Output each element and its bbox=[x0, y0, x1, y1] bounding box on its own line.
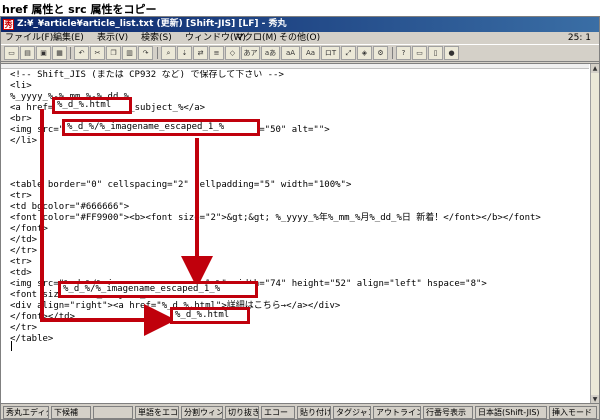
code-line[interactable]: <div align="right"><a href="%_d_%.html">… bbox=[10, 301, 588, 312]
bookmark-icon[interactable]: ◈ bbox=[357, 46, 372, 60]
grep-icon[interactable]: ≡ bbox=[209, 46, 224, 60]
code-line[interactable]: <td> bbox=[10, 268, 588, 279]
code-line[interactable]: </tr> bbox=[10, 246, 588, 257]
scroll-up-icon[interactable]: ▲ bbox=[591, 64, 599, 73]
code-line[interactable]: <img src="%_d_%/%_imagename_escaped_1_%"… bbox=[10, 279, 588, 290]
window-title: Z:¥_¥article¥article_list.txt (更新) [Shif… bbox=[17, 19, 287, 29]
status-bar: 秀丸エディタ 下候補 単語をエコー 分割ウィンドウ 切り抜き エコー 貼り付け … bbox=[1, 403, 599, 420]
code-line[interactable]: <tr> bbox=[10, 191, 588, 202]
fn-key-f9[interactable]: タグジャンプ bbox=[333, 406, 371, 419]
cursor-position: 25: 1 bbox=[567, 33, 591, 43]
fn-key-f10[interactable]: アウトライン解析 bbox=[373, 406, 421, 419]
toolbar-separator bbox=[392, 47, 393, 59]
code-line[interactable]: <tr> bbox=[10, 257, 588, 268]
code-line[interactable]: <li> bbox=[10, 81, 588, 92]
title-bar: 秀 Z:¥_¥article¥article_list.txt (更新) [Sh… bbox=[1, 17, 599, 32]
save-icon[interactable]: ▣ bbox=[36, 46, 51, 60]
hankaku-zenkaku-button[interactable]: aあ bbox=[261, 46, 280, 60]
code-line[interactable]: </td> bbox=[10, 235, 588, 246]
jump-icon[interactable]: ⤢ bbox=[341, 46, 356, 60]
insert-mode-indicator: 挿入モード bbox=[549, 406, 597, 419]
editor-window: 秀 Z:¥_¥article¥article_list.txt (更新) [Sh… bbox=[0, 16, 600, 420]
fn-key-f7[interactable]: エコー bbox=[261, 406, 295, 419]
editor-pane[interactable]: <!-- Shift_JIS (または CP932 など) で保存して下さい -… bbox=[1, 63, 599, 404]
code-line[interactable] bbox=[10, 147, 588, 158]
lowercase-button[interactable]: aA bbox=[281, 46, 300, 60]
ruler bbox=[1, 64, 589, 69]
cut-icon[interactable]: ✂ bbox=[90, 46, 105, 60]
redo-icon[interactable]: ↷ bbox=[138, 46, 153, 60]
vertical-scrollbar[interactable]: ▲ ▼ bbox=[590, 64, 599, 404]
code-line[interactable]: <a href="%_d_%.html">%_subject_%</a> bbox=[10, 103, 588, 114]
split-window-icon[interactable]: ▯ bbox=[428, 46, 443, 60]
open-folder-icon[interactable]: ▤ bbox=[20, 46, 35, 60]
case-icon[interactable]: ◇ bbox=[225, 46, 240, 60]
code-line[interactable]: </font></td> bbox=[10, 312, 588, 323]
menu-bar: ファイル(F) 編集(E) 表示(V) 検索(S) ウィンドウ(W) マクロ(M… bbox=[1, 32, 599, 44]
search-icon[interactable]: ⌕ bbox=[161, 46, 176, 60]
fn-key-f3[interactable] bbox=[93, 406, 133, 419]
code-line[interactable]: <td bgcolor="#666666"> bbox=[10, 202, 588, 213]
copy-icon[interactable]: ❐ bbox=[106, 46, 121, 60]
menu-view[interactable]: 表示(V) bbox=[97, 32, 128, 44]
fn-key-f8[interactable]: 貼り付け bbox=[297, 406, 331, 419]
code-line[interactable]: <img src="%_d_%/%_imagename_escaped_1_%"… bbox=[10, 125, 588, 136]
help-icon[interactable]: ? bbox=[396, 46, 411, 60]
print-icon[interactable]: ▦ bbox=[52, 46, 67, 60]
menu-macro[interactable]: マクロ(M) bbox=[235, 32, 277, 44]
fn-key-f11[interactable]: 行番号表示 bbox=[423, 406, 473, 419]
menu-edit[interactable]: 編集(E) bbox=[53, 32, 84, 44]
menu-search[interactable]: 検索(S) bbox=[141, 32, 172, 44]
caption: href 属性と src 属性をコピー bbox=[2, 3, 157, 16]
menu-other[interactable]: その他(O) bbox=[279, 32, 320, 44]
code-line[interactable] bbox=[10, 158, 588, 169]
paste-icon[interactable]: ▥ bbox=[122, 46, 137, 60]
text-caret bbox=[11, 341, 12, 351]
hiragana-katakana-button[interactable]: あア bbox=[241, 46, 260, 60]
code-line[interactable]: <!-- Shift_JIS (または CP932 など) で保存して下さい -… bbox=[10, 70, 588, 81]
uppercase-button[interactable]: Aa bbox=[301, 46, 320, 60]
menu-file[interactable]: ファイル(F) bbox=[5, 32, 53, 44]
fn-key-f4[interactable]: 単語をエコー bbox=[135, 406, 179, 419]
code-line[interactable]: %_yyyy_%-%_mm_%-%_dd_% bbox=[10, 92, 588, 103]
code-line[interactable]: </li> bbox=[10, 136, 588, 147]
fn-key-f2[interactable]: 下候補 bbox=[51, 406, 91, 419]
encoding-indicator: 日本語(Shift-JIS) bbox=[475, 406, 547, 419]
window-icon[interactable]: ▭ bbox=[412, 46, 427, 60]
code-line[interactable]: </tr> bbox=[10, 323, 588, 334]
code-line[interactable]: </font> bbox=[10, 224, 588, 235]
toolbar-separator bbox=[157, 47, 158, 59]
code-line[interactable]: <font color="#FF9900"><b><font size="2">… bbox=[10, 213, 588, 224]
toolbar: ▭ ▤ ▣ ▦ ↶ ✂ ❐ ▥ ↷ ⌕ ⇣ ⇄ ≡ ◇ あア aあ aA Aa … bbox=[1, 44, 599, 62]
toolbar-separator bbox=[70, 47, 71, 59]
code-line[interactable]: </table> bbox=[10, 334, 588, 345]
replace-icon[interactable]: ⇄ bbox=[193, 46, 208, 60]
code-line[interactable] bbox=[10, 169, 588, 180]
code-line[interactable]: <font size="2">%_subject_%</font> bbox=[10, 290, 588, 301]
wide-button[interactable]: ロT bbox=[321, 46, 340, 60]
undo-icon[interactable]: ↶ bbox=[74, 46, 89, 60]
fn-key-f1[interactable]: 秀丸エディタ bbox=[3, 406, 49, 419]
status-ok-icon[interactable]: ● bbox=[444, 46, 459, 60]
hidemaru-app-icon[interactable]: 秀 bbox=[3, 19, 14, 30]
settings-icon[interactable]: ⚙ bbox=[373, 46, 388, 60]
search-next-icon[interactable]: ⇣ bbox=[177, 46, 192, 60]
code-line[interactable]: <br> bbox=[10, 114, 588, 125]
fn-key-f6[interactable]: 切り抜き bbox=[225, 406, 259, 419]
fn-key-f5[interactable]: 分割ウィンドウ bbox=[181, 406, 223, 419]
new-file-icon[interactable]: ▭ bbox=[4, 46, 19, 60]
text-area[interactable]: <!-- Shift_JIS (または CP932 など) で保存して下さい -… bbox=[10, 70, 588, 403]
code-line[interactable]: <table border="0" cellspacing="2" cellpa… bbox=[10, 180, 588, 191]
